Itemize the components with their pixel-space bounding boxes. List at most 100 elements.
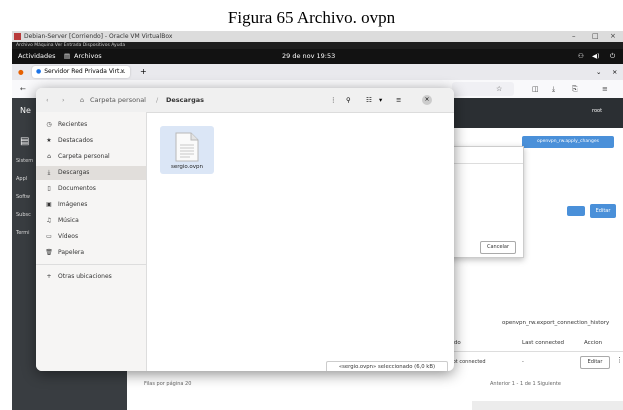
- home-path-icon: ⌂: [80, 96, 85, 104]
- sidebar-item-label: Música: [58, 217, 79, 224]
- menu-icon[interactable]: ≡: [602, 80, 608, 98]
- document-icon: ▯: [47, 185, 51, 192]
- more-options-icon[interactable]: ⋮: [330, 88, 337, 112]
- document-file-icon: [175, 132, 199, 162]
- edit-button[interactable]: Editar: [590, 204, 616, 218]
- clock[interactable]: 29 de nov 19:53: [282, 49, 335, 64]
- sidebar-item-otras-ubicaciones[interactable]: + Otras ubicaciones: [44, 270, 144, 284]
- figure-caption: Figura 65 Archivo. ovpn: [227, 8, 396, 27]
- rows-per-page[interactable]: Filas por página 20: [144, 381, 191, 387]
- sidebar-toggle-icon[interactable]: ▤: [20, 136, 29, 147]
- row-last-connected: -: [522, 359, 524, 365]
- sidebar-item-label: Destacados: [58, 137, 94, 144]
- sidebar-item-label: Documentos: [58, 185, 96, 192]
- sidebar-item[interactable]: Sistem: [16, 158, 33, 164]
- app-menu[interactable]: Archivos: [74, 49, 102, 64]
- sidebar-item-label: Papelera: [58, 249, 85, 256]
- row-edit-button[interactable]: Editar: [580, 356, 610, 369]
- chooser-sidebar: ◷ Recientes ★ Destacados ⌂ Carpeta personal…: [36, 112, 147, 371]
- sidebar-item-label: Recientes: [58, 121, 88, 128]
- window-maximize-button[interactable]: □: [592, 31, 599, 42]
- gnome-topbar: Actividades ▤ Archivos 29 de nov 19:53 ⚇…: [12, 49, 623, 64]
- export-history-title: openvpn_rw.export_connection_history: [502, 320, 610, 326]
- vm-status-tray: [472, 401, 623, 410]
- video-icon: ▭: [46, 233, 52, 240]
- url-bar[interactable]: ☆: [452, 82, 514, 96]
- image-icon: ▣: [46, 201, 52, 208]
- app-logo: Ne: [20, 106, 31, 115]
- window-close-button[interactable]: ×: [610, 31, 616, 42]
- extensions-icon[interactable]: ⎘: [572, 80, 578, 98]
- power-icon[interactable]: ⏻: [610, 49, 615, 64]
- firefox-tabbar: ● ● Servidor Red Privada Virt… × + ⌄ ×: [12, 64, 623, 80]
- sidebar-item-recientes[interactable]: ◷ Recientes: [44, 118, 144, 132]
- bookmark-star-icon[interactable]: ☆: [496, 80, 502, 98]
- sidebar-item-label: Descargas: [58, 169, 90, 176]
- trash-icon: 🗑: [45, 249, 53, 256]
- firefox-view-icon[interactable]: ●: [18, 64, 24, 80]
- tab-close-icon[interactable]: ×: [120, 66, 125, 78]
- pagination[interactable]: Anterior 1 - 1 de 1 Siguiente: [490, 381, 561, 387]
- sidebar-item-label: Imágenes: [58, 201, 88, 208]
- volume-icon[interactable]: ◀): [592, 49, 600, 64]
- file-name-label: sergio.ovpn: [170, 164, 204, 170]
- selection-status: «sergio.ovpn» seleccionado (6,0 kB): [326, 361, 448, 371]
- sidebar-item-label: Otras ubicaciones: [58, 273, 112, 280]
- files-app-icon: ▤: [64, 52, 71, 60]
- virtualbox-title: Debian-Server [Corriendo] - Oracle VM Vi…: [24, 33, 173, 40]
- tab-label: Servidor Red Privada Virt…: [44, 68, 126, 75]
- tab-list-icon[interactable]: ⌄: [596, 64, 601, 80]
- sidebar-item-destacados[interactable]: ★ Destacados: [44, 134, 144, 148]
- sidebar-item[interactable]: Subsc: [16, 212, 31, 218]
- cancel-button[interactable]: Cancelar: [480, 241, 516, 254]
- virtualbox-menubar[interactable]: Archivo Máquina Ver Entrada Dispositivos…: [12, 42, 623, 49]
- path-home-button[interactable]: Carpeta personal: [90, 88, 146, 112]
- sidebar-item-papelera[interactable]: 🗑 Papelera: [44, 246, 144, 260]
- sidebar-item-descargas[interactable]: ⤓ Descargas: [36, 166, 146, 180]
- tab-servidor[interactable]: ● Servidor Red Privada Virt… ×: [32, 66, 130, 78]
- network-icon[interactable]: ⚇: [578, 49, 584, 64]
- downloads-icon[interactable]: ⤓: [552, 80, 555, 98]
- window-minimize-button[interactable]: –: [572, 31, 576, 42]
- window-x-icon[interactable]: ×: [612, 64, 617, 80]
- col-last-connected: Last connected: [522, 340, 565, 346]
- music-icon: ♫: [46, 217, 52, 224]
- file-item-sergio-ovpn[interactable]: sergio.ovpn: [160, 126, 214, 174]
- back-arrow-icon[interactable]: ‹: [46, 88, 49, 112]
- row-estado: Not connected: [449, 359, 486, 365]
- search-icon[interactable]: ⚲: [346, 88, 351, 112]
- back-button[interactable]: ←: [20, 80, 26, 98]
- sidebar-item-label: Carpeta personal: [58, 153, 110, 160]
- sidebar-item[interactable]: Appl: [16, 176, 27, 182]
- sidebar-item-carpeta-personal[interactable]: ⌂ Carpeta personal: [44, 150, 144, 164]
- chevron-down-icon[interactable]: ▾: [379, 88, 382, 112]
- sidebar-item[interactable]: Softw: [16, 194, 30, 200]
- chooser-header: ‹ › ⌂ Carpeta personal / Descargas ⋮ ⚲ ☷…: [36, 88, 454, 113]
- sidebar-item-musica[interactable]: ♫ Música: [44, 214, 144, 228]
- virtualbox-titlebar: Debian-Server [Corriendo] - Oracle VM Vi…: [12, 31, 623, 42]
- sidebar-item[interactable]: Termi: [16, 230, 30, 236]
- download-icon: ⤓: [47, 169, 51, 176]
- close-icon[interactable]: ×: [422, 95, 432, 105]
- apply-changes-button[interactable]: openvpn_rw.apply_changes: [522, 136, 614, 148]
- sidebar-item-videos[interactable]: ▭ Vídeos: [44, 230, 144, 244]
- sidebar-item-documentos[interactable]: ▯ Documentos: [44, 182, 144, 196]
- activities-button[interactable]: Actividades: [18, 49, 56, 64]
- user-menu[interactable]: root: [592, 108, 602, 114]
- star-icon: ★: [46, 137, 52, 144]
- pocket-icon[interactable]: ◫: [532, 80, 539, 98]
- toggle-switch[interactable]: [567, 206, 585, 216]
- forward-arrow-icon[interactable]: ›: [62, 88, 65, 112]
- view-toggle-icon[interactable]: ☷: [366, 88, 372, 112]
- col-accion: Accion: [584, 340, 603, 346]
- tab-favicon-icon: ●: [36, 68, 42, 75]
- path-current-button[interactable]: Descargas: [166, 88, 204, 112]
- row-more-icon[interactable]: ⋮: [616, 356, 623, 364]
- home-icon: ⌂: [47, 153, 51, 160]
- new-tab-button[interactable]: +: [140, 64, 147, 80]
- virtualbox-icon: [14, 33, 21, 40]
- hamburger-menu-icon[interactable]: ≡: [396, 88, 401, 112]
- file-chooser-dialog: ‹ › ⌂ Carpeta personal / Descargas ⋮ ⚲ ☷…: [36, 88, 454, 371]
- sidebar-item-imagenes[interactable]: ▣ Imágenes: [44, 198, 144, 212]
- clock-icon: ◷: [46, 121, 52, 128]
